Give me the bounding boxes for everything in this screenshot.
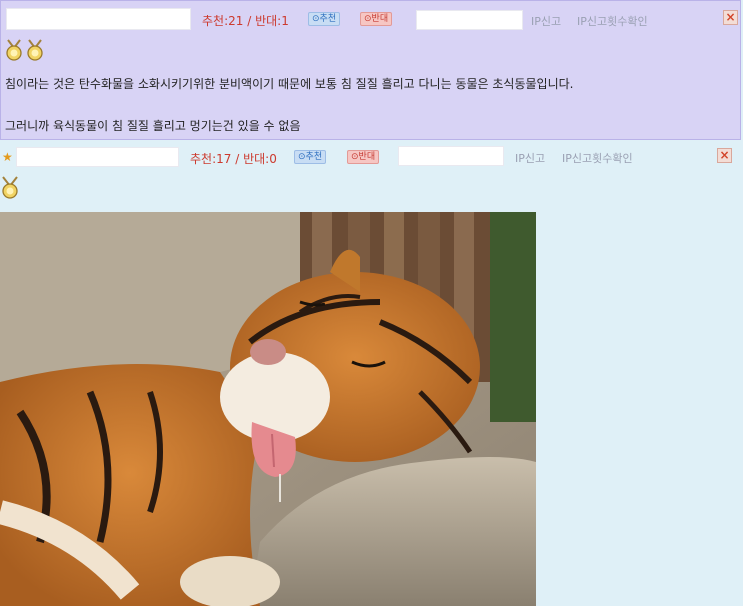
star-icon: ★ [2,150,13,164]
medal-icon [2,176,18,199]
vote-count: 추천:17 / 반대:0 [190,152,277,166]
recommend-button[interactable]: ⊙추천 [294,150,327,164]
oppose-button[interactable]: ⊙반대 [360,12,393,26]
ip-report-link[interactable]: IP신고 [531,13,561,29]
oppose-button[interactable]: ⊙반대 [347,150,380,164]
close-icon[interactable]: × [723,10,738,25]
close-icon[interactable]: × [717,148,732,163]
comment-text-line: 그러니까 육식동물이 침 질질 흘리고 멍기는건 있을 수 없음 [5,119,301,133]
ip-box [416,10,523,30]
medal-icon [6,39,43,61]
comment-text-line: 침이라는 것은 탄수화물을 소화시키기위한 분비액이기 때문에 보통 침 질질 … [5,77,574,91]
author-nickname-box [16,147,179,167]
tiger-photo [0,212,536,606]
author-nickname-box [6,8,191,30]
vote-count: 추천:21 / 반대:1 [202,14,289,28]
ip-report-count-link[interactable]: IP신고횟수확인 [562,150,633,166]
comment-1: 추천:21 / 반대:1 ⊙추천 ⊙반대 IP신고 IP신고횟수확인 × 침이라… [0,0,741,140]
ip-report-count-link[interactable]: IP신고횟수확인 [577,13,648,29]
recommend-button[interactable]: ⊙추천 [308,12,341,26]
ip-report-link[interactable]: IP신고 [515,150,545,166]
ip-box [398,146,504,166]
